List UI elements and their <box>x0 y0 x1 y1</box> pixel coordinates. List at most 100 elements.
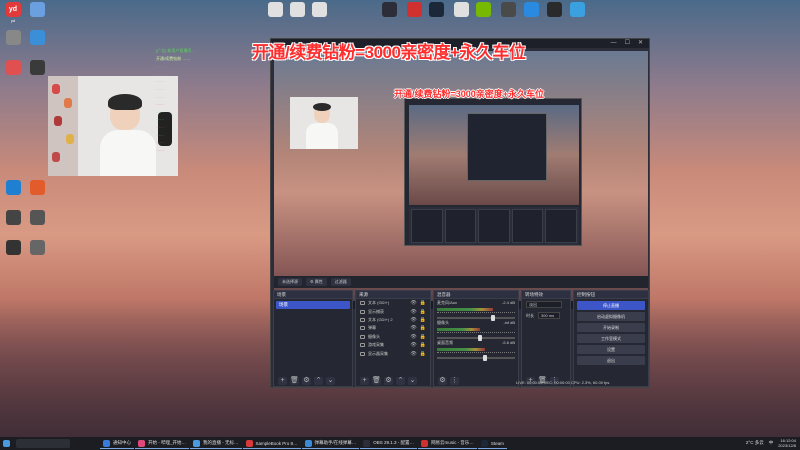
taskbar-app-label: OBS 29.1.3 - 配置… <box>373 440 415 445</box>
eye-icon[interactable]: 👁 <box>410 317 416 323</box>
computer-icon[interactable] <box>26 2 48 18</box>
taskbar-search[interactable] <box>16 439 70 448</box>
duration-input[interactable]: 300 ms <box>538 312 560 319</box>
file-icon[interactable] <box>450 2 472 18</box>
game-icon[interactable] <box>26 60 48 76</box>
taskbar-app[interactable]: SampleBook Pro 8… <box>242 438 301 449</box>
network-icon[interactable] <box>26 30 48 46</box>
lock-icon[interactable]: 🔒 <box>420 342 426 348</box>
file-icon[interactable] <box>286 2 308 18</box>
lock-icon[interactable]: 🔒 <box>420 317 426 323</box>
eye-icon[interactable]: 👁 <box>410 325 416 331</box>
gear-icon[interactable]: ⚙ <box>384 376 393 385</box>
taskbar: 通知中心 开始 - 哔哩_开始… 我的直播 - 无标… SampleBook Pro … <box>0 437 800 450</box>
netease-music-icon[interactable] <box>403 2 425 18</box>
weather-text[interactable]: 2°C 多云 <box>746 440 764 446</box>
app-icon[interactable] <box>497 2 519 18</box>
source-type-icon <box>360 343 365 348</box>
nvidia-icon[interactable] <box>472 2 494 18</box>
clock[interactable]: 16:12:04 2023/12/8 <box>778 438 796 448</box>
taskbar-app[interactable]: Steam <box>477 438 507 449</box>
lock-icon[interactable]: 🔒 <box>420 351 426 357</box>
taskbar-app[interactable]: 开始 - 哔哩_开始… <box>135 438 190 449</box>
taskbar-app[interactable]: 我的直播 - 无标… <box>190 438 242 449</box>
control-button[interactable]: 开始录制 <box>577 323 645 332</box>
app-icon[interactable] <box>26 180 48 196</box>
app-icon[interactable] <box>26 210 48 226</box>
lock-icon[interactable]: 🔒 <box>420 334 426 340</box>
mixer-channel: 麦克风/Aux -2.4 dB <box>434 299 518 321</box>
app-icon[interactable] <box>2 60 24 76</box>
gear-icon[interactable]: ⚙ <box>302 376 311 385</box>
add-icon[interactable]: + <box>360 376 369 385</box>
app-icon[interactable] <box>2 180 24 196</box>
down-icon[interactable]: ⌄ <box>326 376 335 385</box>
obs-icon[interactable] <box>378 2 400 18</box>
source-item[interactable]: 显示器采集 👁 🔒 <box>356 349 430 357</box>
maximize-button[interactable]: ☐ <box>625 39 630 48</box>
mixer-settings-icon[interactable]: ⚙ <box>438 376 447 385</box>
volume-slider[interactable] <box>437 355 515 361</box>
eye-icon[interactable]: 👁 <box>410 351 416 357</box>
mixer-menu-icon[interactable]: ⋮ <box>450 376 459 385</box>
trash-icon[interactable]: 🗑 <box>372 376 381 385</box>
eye-icon[interactable]: 👁 <box>410 342 416 348</box>
eye-icon[interactable]: 👁 <box>410 309 416 315</box>
chat-message: …… <box>156 101 164 107</box>
app-icon[interactable] <box>26 240 48 256</box>
taskbar-app[interactable]: 通知中心 <box>100 438 134 449</box>
control-button[interactable]: 设置 <box>577 345 645 354</box>
source-item[interactable]: 摄像头 👁 🔒 <box>356 333 430 341</box>
eye-icon[interactable]: 👁 <box>410 334 416 340</box>
source-name: 文本 (GDI+) 2 <box>368 316 393 322</box>
source-item[interactable]: 游戏采集 👁 🔒 <box>356 341 430 349</box>
mixer-dock: 混音器 麦克风/Aux -2.4 dB 摄像头 -inf dB 桌面音频 -5.6 dB … <box>433 290 519 387</box>
close-button[interactable]: ✕ <box>638 39 643 48</box>
minimize-button[interactable]: — <box>611 39 617 48</box>
lock-icon[interactable]: 🔒 <box>420 309 426 315</box>
taskbar-app[interactable]: OBS 29.1.3 - 配置… <box>360 438 418 449</box>
input-language[interactable]: 中 <box>769 440 774 446</box>
app-icon[interactable] <box>2 210 24 226</box>
filters-button[interactable]: 过滤器 <box>330 278 351 286</box>
add-icon[interactable]: + <box>278 376 287 385</box>
control-button[interactable]: 工作室模式 <box>577 334 645 343</box>
transition-select[interactable]: 淡出 <box>526 301 562 308</box>
eye-icon[interactable]: 👁 <box>410 300 416 306</box>
app-icon[interactable] <box>520 2 542 18</box>
properties-button[interactable]: ⚙ 属性 <box>306 278 327 286</box>
youdao-icon[interactable]: yd yd <box>2 2 24 23</box>
source-item[interactable]: 文本 (GDI+) 2 👁 🔒 <box>356 316 430 324</box>
up-icon[interactable]: ⌃ <box>396 376 405 385</box>
source-item[interactable]: 弹幕 👁 🔒 <box>356 324 430 332</box>
file-icon[interactable] <box>264 2 286 18</box>
taskbar-app[interactable]: 弹幕助手/在线弹幕… <box>301 438 360 449</box>
source-toolbar: 未选择源 ⚙ 属性 过滤器 <box>274 276 648 288</box>
control-button[interactable]: 启动虚拟摄像机 <box>577 312 645 321</box>
scene-item[interactable]: 场景 <box>276 301 350 309</box>
app-icon[interactable] <box>2 240 24 256</box>
down-icon[interactable]: ⌄ <box>408 376 417 385</box>
app-icon[interactable] <box>566 2 588 18</box>
obs-preview[interactable]: 开通/续费钻粉=3000亲密度+永久车位 <box>274 51 648 309</box>
slider-knob[interactable] <box>483 355 488 361</box>
taskbar-app-label: 开始 - 哔哩_开始… <box>148 440 187 445</box>
control-button[interactable]: 退出 <box>577 356 645 365</box>
source-item[interactable]: 文本 (GDI+) 👁 🔒 <box>356 299 430 307</box>
trash-icon[interactable]: 🗑 <box>290 376 299 385</box>
app-icon <box>193 439 201 447</box>
lock-icon[interactable]: 🔒 <box>420 300 426 306</box>
recycle-bin-icon[interactable] <box>2 30 24 46</box>
control-button[interactable]: 停止直播 <box>577 301 645 310</box>
steam-icon[interactable] <box>425 2 447 18</box>
lock-icon[interactable]: 🔒 <box>420 325 426 331</box>
file-icon[interactable] <box>308 2 330 18</box>
qq-icon[interactable] <box>543 2 565 18</box>
taskbar-app[interactable]: 网易云music - 音乐… <box>418 438 477 449</box>
source-item[interactable]: 显示捕获 👁 🔒 <box>356 307 430 315</box>
obs-window[interactable]: — ☐ ✕ 开通/续费钻粉=3000亲密度+永久车位 未选择源 ⚙ 属性 过滤器… <box>270 38 650 388</box>
app-icon <box>103 439 110 447</box>
chat-message: …… <box>156 139 164 145</box>
up-icon[interactable]: ⌃ <box>314 376 323 385</box>
start-button[interactable] <box>0 438 13 449</box>
